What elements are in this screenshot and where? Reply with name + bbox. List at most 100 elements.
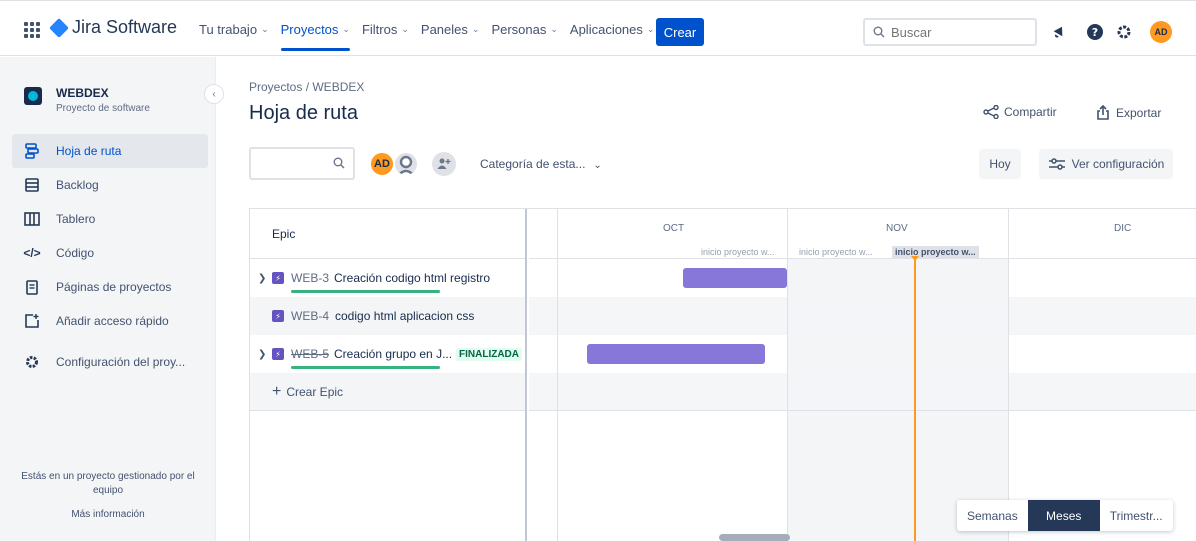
epic-key[interactable]: WEB-3	[291, 271, 329, 285]
settings-gear-icon[interactable]	[1114, 22, 1134, 42]
chevron-down-icon: ⌄	[646, 23, 655, 34]
sidebar-item-code[interactable]: </> Código	[12, 236, 208, 270]
sidebar-item-project-settings[interactable]: Configuración del proy...	[12, 345, 208, 379]
sidebar-item-project-pages[interactable]: Páginas de proyectos	[12, 270, 208, 304]
nav-label: Aplicaciones	[569, 21, 643, 37]
sidebar-item-board[interactable]: Tablero	[12, 202, 208, 236]
nav-people[interactable]: Personas ⌄	[485, 1, 563, 57]
expand-chevron-icon[interactable]: ❯	[258, 273, 266, 284]
logo-text: Jira Software	[72, 17, 178, 37]
nav-label: Paneles	[420, 21, 468, 37]
nav-apps[interactable]: Aplicaciones ⌄	[564, 1, 661, 57]
sidebar-item-label: Backlog	[56, 178, 99, 192]
scale-quarters[interactable]: Trimestr...	[1100, 500, 1173, 531]
learn-more-link[interactable]: Más información	[0, 509, 216, 520]
add-people-button[interactable]	[432, 152, 456, 176]
nav-dashboards[interactable]: Paneles ⌄	[415, 1, 486, 57]
version-marker[interactable]: inicio proyecto w...	[799, 247, 873, 257]
horizontal-scrollbar[interactable]	[719, 534, 790, 541]
status-badge: FINALIZADA	[456, 347, 522, 361]
search-input[interactable]	[891, 24, 1021, 40]
version-marker[interactable]: inicio proyecto w...	[892, 246, 979, 258]
nav-your-work[interactable]: Tu trabajo ⌄	[193, 1, 275, 57]
page-icon	[24, 279, 40, 295]
epic-bar-web-5[interactable]	[587, 344, 765, 364]
sidebar-item-add-shortcut[interactable]: Añadir acceso rápido	[12, 304, 208, 338]
notifications-icon[interactable]	[1049, 22, 1069, 42]
timeline-area: OCT NOV DIC inicio proyecto w... inicio …	[529, 209, 1196, 541]
sidebar-item-label: Añadir acceso rápido	[56, 314, 169, 328]
unassigned-avatar[interactable]	[393, 151, 419, 177]
nav-filters[interactable]: Filtros ⌄	[356, 1, 415, 57]
board-icon	[24, 211, 40, 227]
epic-title[interactable]: codigo html aplicacion css	[335, 309, 474, 323]
roadmap-search-input[interactable]	[249, 147, 355, 180]
assignee-avatar[interactable]: AD	[369, 151, 395, 177]
app-switcher-icon[interactable]	[24, 22, 40, 38]
epic-icon: ⚡	[272, 348, 284, 360]
add-person-icon	[437, 158, 451, 169]
code-icon: </>	[23, 246, 41, 260]
sidebar-item-label: Páginas de proyectos	[56, 280, 172, 294]
epic-progress-bar	[291, 366, 440, 369]
epic-progress-bar	[291, 290, 440, 293]
project-name: WEBDEX	[56, 86, 109, 100]
month-label: NOV	[886, 223, 908, 234]
collapse-sidebar-button[interactable]: ‹	[204, 84, 224, 104]
timescale-switcher: Semanas Meses Trimestr...	[957, 500, 1173, 531]
epic-list-panel: Epic ❯ ⚡ WEB-3 Creación codigo html regi…	[250, 209, 527, 541]
sidebar-item-roadmap[interactable]: Hoja de ruta	[12, 134, 208, 168]
status-category-filter[interactable]: Categoría de esta... ⌄	[480, 157, 602, 171]
page-title: Hoja de ruta	[249, 102, 358, 124]
help-icon[interactable]: ?	[1085, 22, 1105, 42]
chevron-down-icon: ⌄	[550, 23, 558, 34]
epic-key[interactable]: WEB-5	[291, 347, 329, 361]
scale-months[interactable]: Meses	[1027, 500, 1100, 531]
nav-label: Tu trabajo	[199, 21, 258, 37]
nav-menu: Tu trabajo ⌄ Proyectos ⌄ Filtros ⌄ Paneles ⌄…	[193, 1, 660, 57]
timeline-row	[529, 297, 1196, 335]
export-icon	[1097, 105, 1109, 120]
epic-row-web-5[interactable]: ❯ ⚡ WEB-5 Creación grupo en J... FINALIZ…	[250, 335, 525, 373]
scale-weeks[interactable]: Semanas	[957, 500, 1028, 531]
breadcrumb[interactable]: Proyectos / WEBDEX	[249, 80, 364, 94]
project-avatar-icon	[24, 87, 42, 105]
sidebar-item-backlog[interactable]: Backlog	[12, 168, 208, 202]
nav-projects[interactable]: Proyectos ⌄	[275, 1, 356, 57]
epic-key[interactable]: WEB-4	[291, 309, 329, 323]
expand-chevron-icon[interactable]: ❯	[258, 349, 266, 360]
chevron-down-icon: ⌄	[342, 23, 350, 34]
search-icon	[873, 26, 885, 38]
jira-logo[interactable]: Jira Software	[49, 17, 178, 38]
chevron-left-icon: ‹	[212, 88, 216, 100]
svg-text:?: ?	[1092, 26, 1098, 39]
nav-label: Filtros	[361, 21, 398, 37]
global-search[interactable]	[863, 18, 1037, 46]
jira-logo-icon	[49, 17, 69, 38]
project-type: Proyecto de software	[56, 103, 150, 114]
view-settings-button[interactable]: Ver configuración	[1039, 149, 1173, 179]
timeline-row	[529, 373, 1196, 411]
export-button[interactable]: Exportar	[1096, 105, 1161, 120]
today-line	[914, 258, 916, 541]
version-marker[interactable]: inicio proyecto w...	[701, 247, 775, 257]
share-button[interactable]: Compartir	[983, 105, 1057, 119]
timeline-header: OCT NOV DIC inicio proyecto w... inicio …	[529, 209, 1196, 259]
user-avatar[interactable]: AD	[1150, 21, 1172, 43]
epic-row-web-3[interactable]: ❯ ⚡ WEB-3 Creación codigo html registro	[250, 259, 525, 297]
create-button[interactable]: Crear	[656, 18, 704, 46]
epic-icon: ⚡	[272, 272, 284, 284]
epic-column-header: Epic	[250, 209, 525, 259]
settings-sliders-icon	[1048, 158, 1065, 170]
gear-icon	[24, 354, 40, 370]
epic-row-web-4[interactable]: ⚡ WEB-4 codigo html aplicacion css	[250, 297, 525, 335]
create-epic-label: Crear Epic	[286, 384, 344, 399]
chevron-down-icon: ⌄	[261, 23, 269, 34]
chevron-down-icon: ⌄	[401, 23, 409, 34]
today-button[interactable]: Hoy	[979, 149, 1021, 179]
epic-title[interactable]: Creación codigo html registro	[334, 271, 490, 285]
create-epic-button[interactable]: + Crear Epic	[250, 373, 525, 411]
month-divider	[1008, 209, 1009, 259]
epic-bar-web-3[interactable]	[683, 268, 787, 288]
epic-title[interactable]: Creación grupo en J...	[334, 347, 452, 361]
